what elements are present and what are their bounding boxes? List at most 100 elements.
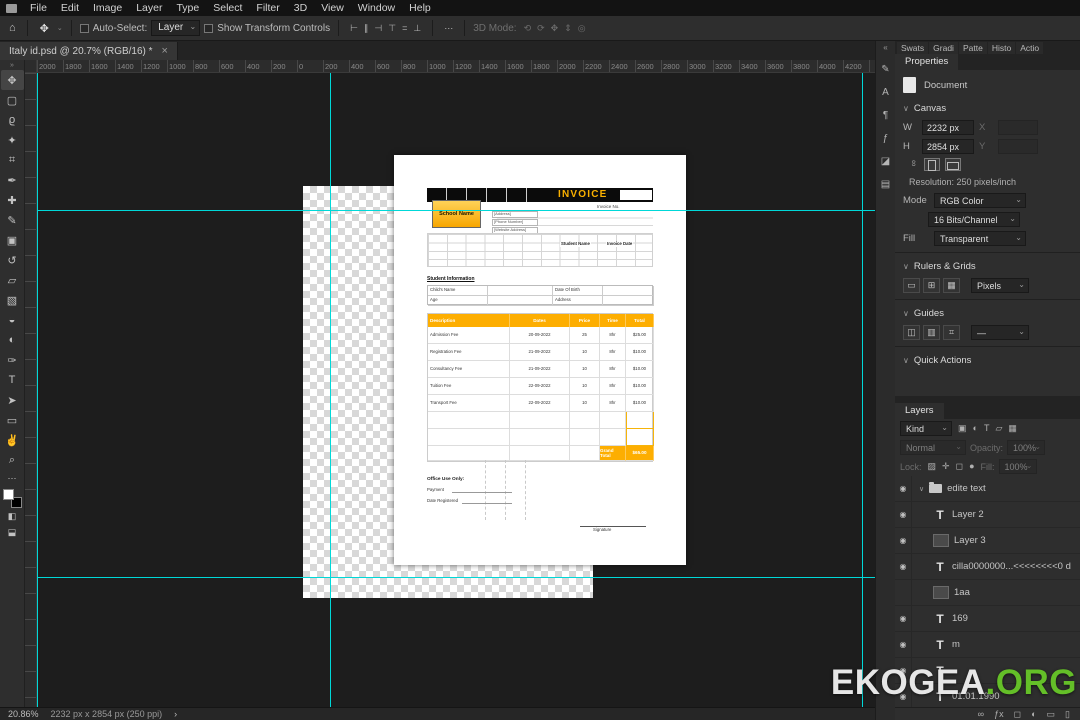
grid-toggle-icon[interactable]: ⊞ [923, 278, 940, 293]
link-dimensions-icon[interactable]: ∞ [909, 160, 919, 170]
clone-stamp-tool-icon[interactable]: ▣ [1, 230, 24, 250]
panel-tab-swats[interactable]: Swats [897, 42, 929, 54]
paragraph-panel-icon[interactable]: ¶ [877, 104, 895, 127]
menu-layer[interactable]: Layer [129, 1, 169, 15]
document-tab[interactable]: Italy id.psd @ 20.7% (RGB/16) * × [0, 42, 178, 60]
zoom-tool-icon[interactable]: ⌕ [1, 450, 24, 470]
blend-mode-dropdown[interactable]: Normal [900, 440, 966, 455]
auto-select-dropdown[interactable]: Layer [151, 20, 201, 36]
panel-tab-patte[interactable]: Patte [958, 42, 987, 54]
layer-name[interactable]: Layer 3 [954, 535, 986, 546]
layer-row[interactable]: ◉ Tcilla0000000...<<<<<<<<0 d [895, 554, 1080, 580]
menu-help[interactable]: Help [402, 1, 438, 15]
adjustment-layer-icon[interactable]: ◐ [1029, 709, 1038, 720]
guide-horizontal[interactable] [37, 577, 875, 578]
path-selection-tool-icon[interactable]: ➤ [1, 390, 24, 410]
dodge-tool-icon[interactable]: ◐ [1, 330, 24, 350]
active-tool-icon[interactable]: ✥ [36, 22, 53, 35]
menu-window[interactable]: Window [351, 1, 402, 15]
3d-scale-icon[interactable]: ◎ [575, 23, 589, 34]
align-horizontal-centers-icon[interactable]: ∥ [361, 23, 372, 34]
crop-tool-icon[interactable]: ⌗ [1, 150, 24, 170]
3d-rotate-icon[interactable]: ⟲ [521, 23, 535, 34]
layer-effects-icon[interactable]: ƒx [992, 709, 1006, 720]
quick-mask-icon[interactable]: ◧ [1, 508, 24, 524]
status-expand-icon[interactable]: › [174, 709, 177, 719]
bit-depth-dropdown[interactable]: 16 Bits/Channel [928, 212, 1020, 227]
menu-3d[interactable]: 3D [287, 1, 314, 15]
layer-name[interactable]: 169 [952, 613, 968, 624]
visibility-toggle[interactable]: ◉ [895, 476, 912, 501]
visibility-toggle[interactable]: ◉ [895, 632, 912, 657]
width-field[interactable]: 2232 px [922, 120, 974, 135]
lock-pixels-icon[interactable]: ✛ [940, 461, 952, 472]
zoom-level-field[interactable]: 20.86% [8, 709, 39, 719]
vertical-ruler[interactable] [25, 73, 37, 707]
align-left-edges-icon[interactable]: ⊢ [347, 23, 361, 34]
align-vertical-centers-icon[interactable]: = [399, 23, 410, 34]
filter-pixel-layers-icon[interactable]: ▣ [956, 423, 969, 434]
screen-mode-icon[interactable]: ⬓ [1, 524, 24, 540]
guides-section-header[interactable]: ∨ Guides [895, 304, 1080, 323]
3d-drag-icon[interactable]: ✥ [548, 23, 562, 34]
guide-vertical[interactable] [37, 73, 38, 707]
marquee-tool-icon[interactable]: ▢ [1, 90, 24, 110]
menu-select[interactable]: Select [206, 1, 249, 15]
adjustments-panel-icon[interactable]: ◪ [877, 150, 895, 173]
eraser-tool-icon[interactable]: ▱ [1, 270, 24, 290]
horizontal-ruler[interactable]: 2000 1800 1600 1400 1200 1000 800 600 400 200 0 200… [37, 60, 875, 73]
layer-row[interactable]: ◉ ∨ edite text [895, 476, 1080, 502]
auto-select-checkbox[interactable] [79, 23, 89, 33]
layer-row[interactable]: ◉ T Layer 2 [895, 502, 1080, 528]
filter-adjustment-layers-icon[interactable]: ◐ [971, 423, 980, 434]
guide-style-dropdown[interactable]: — [971, 325, 1029, 340]
guide-layout-icon[interactable]: ▥ [923, 325, 940, 340]
landscape-orientation-button[interactable] [945, 158, 961, 171]
filter-type-layers-icon[interactable]: T [982, 423, 992, 434]
layer-name[interactable]: m [952, 639, 960, 650]
layer-mask-icon[interactable]: ◻ [1012, 709, 1023, 720]
character-panel-icon[interactable]: A [877, 81, 895, 104]
lock-transparency-icon[interactable]: ▨ [926, 461, 939, 472]
menu-type[interactable]: Type [169, 1, 206, 15]
x-field[interactable] [998, 120, 1038, 135]
layer-name[interactable]: 1aa [954, 587, 970, 598]
menu-filter[interactable]: Filter [249, 1, 286, 15]
ruler-origin-corner[interactable] [25, 60, 37, 73]
menu-edit[interactable]: Edit [54, 1, 86, 15]
history-brush-tool-icon[interactable]: ↺ [1, 250, 24, 270]
tool-preset-caret-icon[interactable]: ⌄ [57, 24, 63, 32]
visibility-toggle[interactable] [895, 580, 912, 605]
canvas-area[interactable]: 2000 1800 1600 1400 1200 1000 800 600 400 200 0 200… [25, 60, 875, 707]
healing-brush-tool-icon[interactable]: ✚ [1, 190, 24, 210]
type-tool-icon[interactable]: T [1, 370, 24, 390]
blur-tool-icon[interactable]: ◒ [1, 310, 24, 330]
panel-tab-gradi[interactable]: Gradi [929, 42, 958, 54]
visibility-toggle[interactable]: ◉ [895, 554, 912, 579]
gradient-tool-icon[interactable]: ▧ [1, 290, 24, 310]
layer-fill-dropdown[interactable]: 100% [998, 459, 1037, 474]
show-transform-checkbox[interactable] [204, 23, 214, 33]
tab-properties[interactable]: Properties [895, 54, 959, 70]
foreground-color-swatch[interactable] [2, 489, 14, 500]
close-icon[interactable]: × [162, 45, 168, 57]
align-top-edges-icon[interactable]: ⊤ [385, 23, 399, 34]
tab-layers[interactable]: Layers [895, 403, 944, 419]
filter-shape-layers-icon[interactable]: ▱ [993, 423, 1004, 434]
new-group-icon[interactable]: ▭ [1045, 709, 1058, 720]
visibility-toggle[interactable]: ◉ [895, 502, 912, 527]
layer-filter-kind-dropdown[interactable]: Kind [900, 421, 952, 436]
layer-name[interactable]: Layer 2 [952, 509, 984, 520]
layer-name[interactable]: edite text [947, 483, 986, 494]
layer-row[interactable]: ◉ Layer 3 [895, 528, 1080, 554]
filter-smart-objects-icon[interactable]: ▦ [1006, 423, 1019, 434]
canvas-fill-dropdown[interactable]: Transparent [934, 231, 1026, 246]
3d-slide-icon[interactable]: ⇕ [561, 23, 575, 34]
align-overflow-icon[interactable]: ⋯ [441, 23, 456, 34]
quick-selection-tool-icon[interactable]: ✦ [1, 130, 24, 150]
new-guide-icon[interactable]: ◫ [903, 325, 920, 340]
visibility-toggle[interactable]: ◉ [895, 606, 912, 631]
canvas-section-header[interactable]: ∨ Canvas [895, 99, 1080, 118]
link-layers-icon[interactable]: ∞ [976, 709, 986, 720]
height-field[interactable]: 2854 px [922, 139, 974, 154]
